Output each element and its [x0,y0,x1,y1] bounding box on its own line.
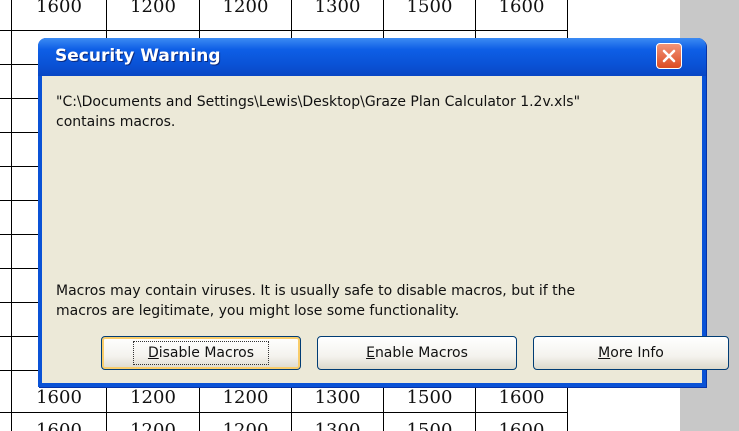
spreadsheet-cell[interactable]: 1200 [107,383,199,413]
spreadsheet-cell[interactable]: 1500 [384,416,475,431]
button-label: nable Macros [374,345,468,361]
enable-macros-button[interactable]: Enable Macros [317,336,517,370]
dialog-title: Security Warning [55,46,221,66]
spreadsheet-cell[interactable]: 1600 [12,0,106,22]
spreadsheet-cell[interactable]: 1200 [107,416,199,431]
file-path-text: "C:\Documents and Settings\Lewis\Desktop… [56,94,581,110]
accelerator-key: D [147,345,159,361]
spreadsheet-cell[interactable]: 1600 [476,416,567,431]
spreadsheet-cell[interactable]: 1300 [292,0,383,22]
accelerator-key: E [366,345,375,361]
grid-line [0,268,40,269]
disable-macros-button[interactable]: Disable Macros [101,336,301,370]
grid-line [0,302,40,303]
spreadsheet-cell[interactable]: 1300 [292,416,383,431]
security-warning-dialog: Security Warning "C:\Documents and Setti… [38,38,729,387]
grid-line [0,200,40,201]
spreadsheet-cell[interactable]: 1200 [200,416,291,431]
spreadsheet-cell[interactable]: 1200 [107,0,199,22]
focus-rectangle: Disable Macros [132,341,270,365]
spreadsheet-cell[interactable]: 1600 [12,383,106,413]
warning-text-line1: Macros may contain viruses. It is usuall… [56,283,576,299]
close-button[interactable] [656,43,682,69]
spreadsheet-cell[interactable]: 1600 [476,0,567,22]
grid-line [0,234,40,235]
warning-text-line2: macros are legitimate, you might lose so… [56,303,460,319]
more-info-button[interactable]: More Info [533,336,729,370]
grid-line [0,132,40,133]
grid-line [0,64,40,65]
spreadsheet-cell[interactable]: 1600 [476,383,567,413]
button-label: ore Info [610,345,664,361]
grid-line [0,166,40,167]
dialog-titlebar[interactable]: Security Warning [38,38,706,76]
button-label: isable Macros [158,345,255,361]
spreadsheet-cell[interactable]: 1300 [292,383,383,413]
grid-line [0,30,568,31]
file-message: "C:\Documents and Settings\Lewis\Desktop… [56,92,696,132]
contains-macros-text: contains macros. [56,114,176,130]
spreadsheet-cell[interactable]: 1500 [384,383,475,413]
grid-line [0,370,40,371]
spreadsheet-cell[interactable]: 1200 [200,383,291,413]
spreadsheet-cell[interactable]: 1200 [200,0,291,22]
close-icon [662,49,676,63]
spreadsheet-cell[interactable]: 1600 [12,416,106,431]
spreadsheet-cell[interactable]: 1500 [384,0,475,22]
warning-message: Macros may contain viruses. It is usuall… [56,281,696,321]
accelerator-key: M [598,345,611,361]
grid-line [0,98,40,99]
grid-line [0,336,40,337]
